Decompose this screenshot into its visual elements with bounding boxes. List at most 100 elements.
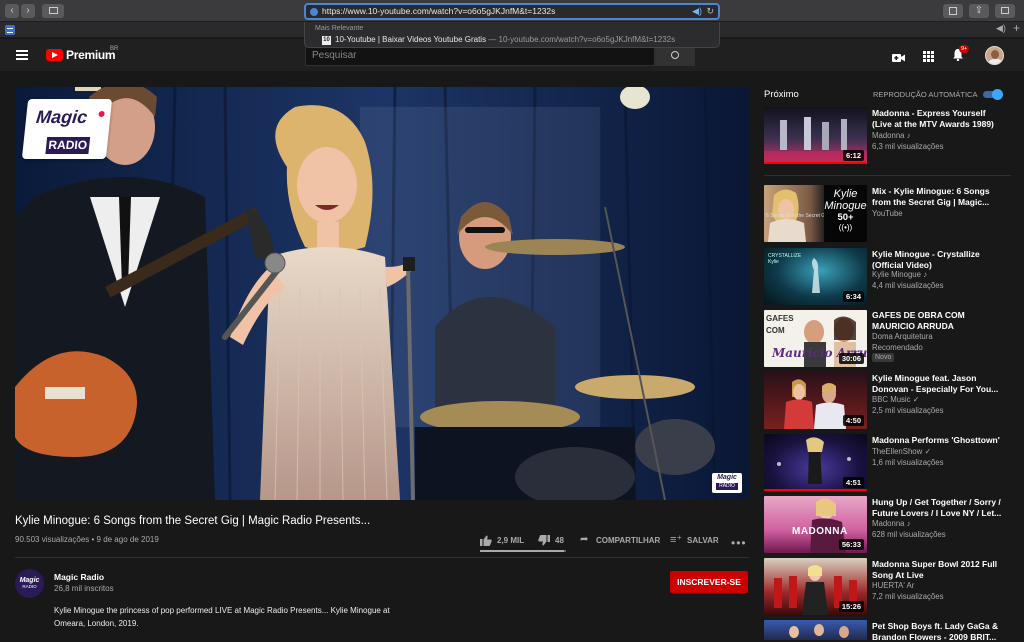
video-title-1[interactable]: Mix - Kylie Minogue: 6 Songsfrom the Sec… <box>872 186 1012 207</box>
channel-avatar-sub: RADIO <box>15 584 44 589</box>
video-title-4[interactable]: Kylie Minogue feat. JasonDonovan - Espec… <box>872 373 1012 394</box>
thumb-art-8 <box>764 620 867 640</box>
suggestion-item[interactable]: 10-Youtube | Baixar Videos Youtube Grati… <box>335 35 675 44</box>
title-line-6b: Future Lovers / I Love NY / Let... <box>872 508 1012 519</box>
corner-watermark: Magic RADIO <box>712 473 742 493</box>
playlist-add-icon: ≡⁺ <box>670 533 682 546</box>
duration-5: 4:51 <box>843 477 864 488</box>
save-button[interactable]: ≡⁺ SALVAR <box>670 535 720 548</box>
corner-brand: Magic <box>712 473 742 483</box>
dislike-button[interactable]: 48 <box>538 535 578 548</box>
video-title-6[interactable]: Hung Up / Get Together / Sorry /Future L… <box>872 497 1012 518</box>
thumbnail-4[interactable]: 4:50 <box>764 372 867 429</box>
title-line-3b: MAURICIO ARRUDA <box>872 321 1012 332</box>
views-5: 1,6 mil visualizações <box>872 458 944 467</box>
channel-subscribers: 26,8 mil inscritos <box>54 584 114 593</box>
search-button[interactable] <box>655 45 695 66</box>
browser-toolbar: ‹ › https://www.10-youtube.com/watch?v=o… <box>0 0 1024 22</box>
logo-country: BR <box>110 46 118 52</box>
share-video-button[interactable]: ➦ COMPARTILHAR <box>580 535 660 548</box>
video-title-2[interactable]: Kylie Minogue - Crystallize(Official Vid… <box>872 249 1012 270</box>
address-url: https://www.10-youtube.com/watch?v=o6o5g… <box>322 6 555 16</box>
reader-button[interactable] <box>943 4 963 18</box>
duration-4: 4:50 <box>843 415 864 426</box>
search-icon <box>671 51 679 59</box>
more-actions-icon[interactable]: ••• <box>731 536 747 550</box>
audio-icon[interactable]: ◀) <box>692 5 702 18</box>
channel-name[interactable]: Magic Radio <box>54 572 104 582</box>
reload-icon[interactable]: ↻ <box>706 5 714 18</box>
forward-button[interactable]: › <box>21 4 35 18</box>
duration-3: 30:06 <box>839 353 864 364</box>
doc-tab-icon[interactable] <box>5 25 15 35</box>
title-line-3a: GAFES DE OBRA COM <box>872 310 1012 321</box>
save-label: SALVAR <box>687 536 719 545</box>
sidebar-divider <box>764 175 1011 176</box>
title-line-7b: Song At Live <box>872 570 1012 581</box>
views-6: 628 mil visualizações <box>872 530 946 539</box>
new-tab-icon[interactable]: + <box>1013 21 1020 35</box>
video-player[interactable]: Magic RADIO Magic RADIO <box>15 87 749 500</box>
tabs-overview-button[interactable] <box>995 4 1015 18</box>
thumbnail-6[interactable]: MADONNA 56:33 <box>764 496 867 553</box>
watch-progress-5 <box>764 489 867 491</box>
title-line-1b: from the Secret Gig | Magic... <box>872 197 1012 208</box>
dislike-count: 48 <box>555 536 564 545</box>
search-placeholder: Pesquisar <box>312 50 356 61</box>
video-title-7[interactable]: Madonna Super Bowl 2012 FullSong At Live <box>872 559 1012 580</box>
channel-avatar[interactable]: Magic RADIO <box>15 569 44 598</box>
mix-radio-icon: ((•)) <box>824 223 867 232</box>
apps-grid-icon <box>923 51 934 62</box>
channel-1: YouTube <box>872 209 903 218</box>
mix-thumb-sub: 6 Songs from the Secret Gig <box>766 213 824 219</box>
site-icon <box>310 8 318 16</box>
channel-2: Kylie Minogue ♪ <box>872 270 927 279</box>
autoplay-toggle[interactable] <box>983 89 1003 100</box>
thumbnail-5[interactable]: 4:51 <box>764 434 867 491</box>
thumbnail-0[interactable]: 6:12 <box>764 107 867 164</box>
avatar[interactable] <box>985 46 1004 65</box>
share-icon: ⇪ <box>975 5 983 16</box>
watermark-brand: Magic <box>35 107 88 128</box>
logo-text[interactable]: Premium <box>66 48 115 62</box>
like-button[interactable]: 2,9 MIL <box>480 535 542 548</box>
video-title: Kylie Minogue: 6 Songs from the Secret G… <box>15 515 370 527</box>
back-button[interactable]: ‹ <box>5 4 19 18</box>
duration-2: 6:34 <box>843 291 864 302</box>
sidebar-toggle-button[interactable] <box>42 4 64 18</box>
thumbnail-1[interactable]: Kylie Minogue 50+ ((•)) 6 Songs from the… <box>764 185 867 242</box>
reader-icon <box>949 7 957 15</box>
tab-audio-icon[interactable]: ◀) <box>996 23 1006 34</box>
channel-6: Madonna ♪ <box>872 519 911 528</box>
corner-sub: RADIO <box>716 483 738 490</box>
video-title-3[interactable]: GAFES DE OBRA COMMAURICIO ARRUDA <box>872 310 1012 331</box>
watch-progress-0 <box>764 162 867 164</box>
video-camera-icon <box>892 53 906 63</box>
watermark-sub: RADIO <box>45 137 90 154</box>
thumbnail-8[interactable] <box>764 620 867 640</box>
up-next-label: Próximo <box>764 89 799 100</box>
youtube-logo-icon[interactable] <box>46 49 63 61</box>
views-7: 7,2 mil visualizações <box>872 592 944 601</box>
video-title-0[interactable]: Madonna - Express Yourself(Live at the M… <box>872 108 1012 129</box>
video-title-8[interactable]: Pet Shop Boys ft. Lady GaGa &Brandon Flo… <box>872 621 1012 642</box>
apps-button[interactable] <box>923 49 934 67</box>
channel-3: Doma Arquitetura <box>872 332 933 341</box>
create-video-button[interactable] <box>892 50 906 68</box>
thumbnail-3[interactable]: GAFES COM Mauricio Arruda 30:06 <box>764 310 867 367</box>
thumbs-down-icon <box>538 535 550 546</box>
video-title-5[interactable]: Madonna Performs 'Ghosttown' <box>872 435 1012 446</box>
thumbs-up-icon <box>480 535 492 546</box>
menu-icon[interactable] <box>16 50 28 60</box>
title-line-2b: (Official Video) <box>872 260 1012 271</box>
share-button[interactable]: ⇪ <box>969 4 989 18</box>
search-input[interactable]: Pesquisar <box>305 45 655 66</box>
thumbnail-7[interactable]: 15:26 <box>764 558 867 615</box>
subscribe-button[interactable]: INSCREVER-SE <box>670 571 748 593</box>
suggestion-url: — 10-youtube.com/watch?v=o6o5gJKJnfM&t=1… <box>488 35 675 44</box>
thumbnail-2[interactable]: CRYSTALLIZE Kylie 6:34 <box>764 248 867 305</box>
address-bar[interactable]: https://www.10-youtube.com/watch?v=o6o5g… <box>304 3 720 20</box>
title-line-7a: Madonna Super Bowl 2012 Full <box>872 559 1012 570</box>
suggestion-title: 10-Youtube | Baixar Videos Youtube Grati… <box>335 35 486 44</box>
like-count: 2,9 MIL <box>497 536 524 545</box>
